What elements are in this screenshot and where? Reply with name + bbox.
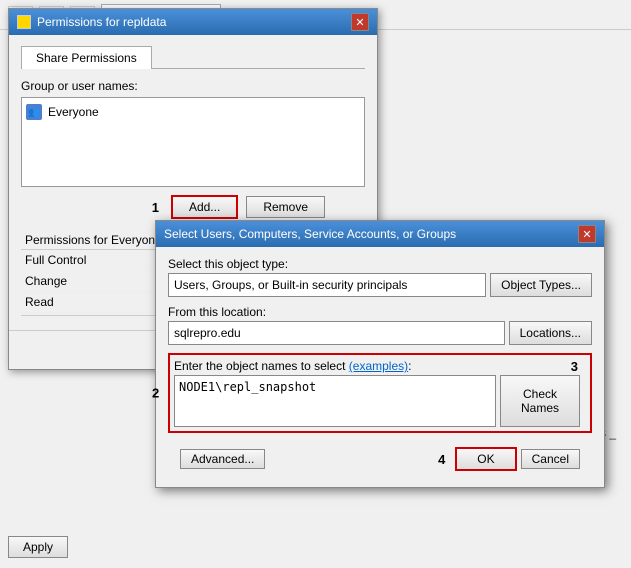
- remove-button[interactable]: Remove: [246, 196, 325, 218]
- select-dialog-close-button[interactable]: ✕: [578, 225, 596, 243]
- add-remove-row: 1 Add... Remove: [21, 195, 365, 219]
- object-names-section: 3 Enter the object names to select (exam…: [168, 353, 592, 433]
- select-dialog-bottom: Advanced... 4 OK Cancel: [168, 441, 592, 477]
- select-ok-button[interactable]: OK: [455, 447, 516, 471]
- check-names-button[interactable]: Check Names: [500, 375, 580, 427]
- locations-button[interactable]: Locations...: [509, 321, 592, 345]
- share-permissions-tab[interactable]: Share Permissions: [21, 46, 152, 69]
- step1-label: 1: [152, 200, 159, 215]
- select-users-dialog: Select Users, Computers, Service Account…: [155, 220, 605, 488]
- group-label: Group or user names:: [21, 79, 365, 93]
- object-types-button[interactable]: Object Types...: [490, 273, 592, 297]
- step2-label: 2: [152, 386, 159, 401]
- permissions-title: Permissions for repldata: [37, 15, 166, 29]
- step3-label: 3: [571, 359, 578, 374]
- select-dialog-titlebar: Select Users, Computers, Service Account…: [156, 221, 604, 247]
- permissions-titlebar: Permissions for repldata ✕: [9, 9, 377, 35]
- user-list: 👥 Everyone: [21, 97, 365, 187]
- object-names-textarea[interactable]: NODE1\repl_snapshot: [174, 375, 496, 427]
- object-type-input[interactable]: [168, 273, 486, 297]
- apply-button[interactable]: Apply: [8, 536, 68, 558]
- apply-area: Apply: [8, 536, 68, 558]
- select-dialog-title: Select Users, Computers, Service Account…: [164, 227, 456, 241]
- advanced-button[interactable]: Advanced...: [180, 449, 265, 469]
- user-name: Everyone: [48, 105, 99, 119]
- user-item[interactable]: 👥 Everyone: [26, 102, 360, 122]
- object-type-field: Object Types...: [168, 273, 592, 297]
- user-icon: 👥: [26, 104, 42, 120]
- location-label: From this location:: [168, 305, 592, 319]
- examples-link[interactable]: (examples): [349, 359, 408, 373]
- select-dialog-content: Select this object type: Object Types...…: [156, 247, 604, 487]
- permissions-close-button[interactable]: ✕: [351, 13, 369, 31]
- tab-bar: Share Permissions: [21, 45, 365, 69]
- select-cancel-button[interactable]: Cancel: [521, 449, 580, 469]
- object-type-label: Select this object type:: [168, 257, 592, 271]
- object-type-row: Select this object type: Object Types...: [168, 257, 592, 297]
- step4-label: 4: [438, 452, 445, 467]
- object-names-label: Enter the object names to select (exampl…: [174, 359, 586, 373]
- location-field: Locations...: [168, 321, 592, 345]
- add-button[interactable]: Add...: [171, 195, 238, 219]
- location-input[interactable]: [168, 321, 505, 345]
- location-row: From this location: Locations...: [168, 305, 592, 345]
- dialog-icon: [17, 15, 31, 29]
